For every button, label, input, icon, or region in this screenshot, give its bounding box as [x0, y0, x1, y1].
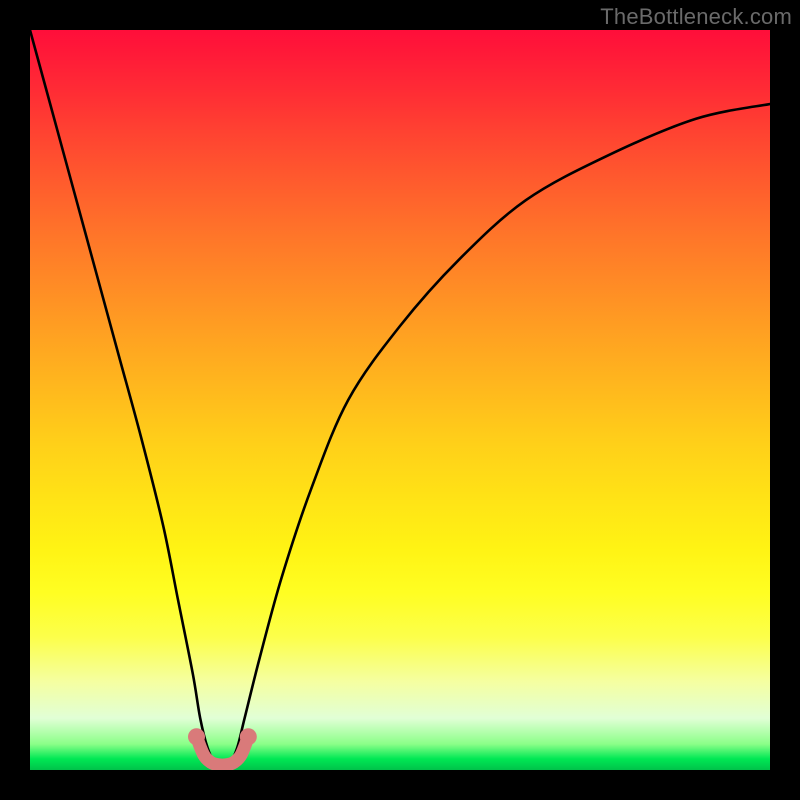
curve-layer: [30, 30, 770, 770]
highlight-end-dot: [240, 728, 257, 745]
highlight-end-dot: [188, 728, 205, 745]
chart-frame: TheBottleneck.com: [0, 0, 800, 800]
highlight-dots: [188, 728, 257, 745]
watermark-text: TheBottleneck.com: [600, 4, 792, 30]
bottleneck-curve: [30, 30, 770, 764]
highlight-minimum: [197, 737, 249, 765]
plot-area: [30, 30, 770, 770]
